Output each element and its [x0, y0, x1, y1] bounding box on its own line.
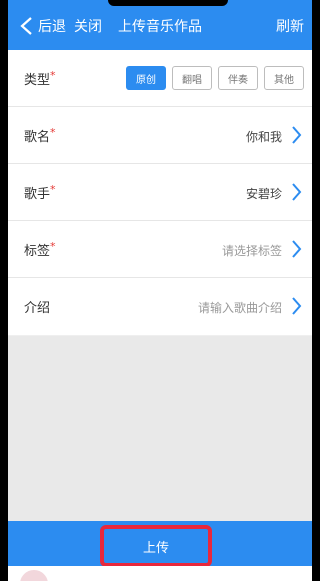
tags-label: 标签*: [24, 240, 56, 259]
song-name-row[interactable]: 歌名* 你和我: [8, 107, 312, 164]
phone-frame: 后退 关闭 上传音乐作品 刷新 类型* 原创 翻唱 伴奏 其他 歌名* 你和我: [0, 0, 320, 581]
required-mark: *: [50, 240, 56, 253]
tags-row[interactable]: 标签* 请选择标签: [8, 221, 312, 278]
intro-row[interactable]: 介绍 请输入歌曲介绍: [8, 278, 312, 335]
singer-value: 安碧珍: [245, 187, 282, 201]
type-option-original[interactable]: 原创: [126, 66, 166, 90]
app-screen: 后退 关闭 上传音乐作品 刷新 类型* 原创 翻唱 伴奏 其他 歌名* 你和我: [8, 0, 312, 581]
required-mark: *: [50, 69, 56, 82]
required-mark: *: [50, 126, 56, 139]
type-option-cover[interactable]: 翻唱: [172, 66, 212, 90]
type-option-accompaniment[interactable]: 伴奏: [218, 66, 258, 90]
back-chevron-icon[interactable]: [18, 16, 36, 36]
top-bar: 后退 关闭 上传音乐作品 刷新: [8, 0, 312, 50]
chevron-right-icon: [292, 297, 302, 315]
required-mark: *: [50, 183, 56, 196]
upload-form: 类型* 原创 翻唱 伴奏 其他 歌名* 你和我 歌手* 安碧珍 标签* 请选择标…: [8, 50, 312, 335]
intro-label: 介绍: [24, 301, 51, 316]
intro-placeholder: 请输入歌曲介绍: [197, 301, 282, 315]
upload-button[interactable]: 上传: [100, 525, 212, 567]
singer-label: 歌手*: [24, 183, 56, 202]
song-name-value: 你和我: [245, 130, 282, 144]
chevron-right-icon: [292, 240, 302, 258]
tags-placeholder: 请选择标签: [221, 244, 282, 258]
close-button[interactable]: 关闭: [74, 16, 102, 36]
type-label: 类型*: [24, 69, 56, 88]
back-button[interactable]: 后退: [38, 16, 66, 36]
refresh-button[interactable]: 刷新: [276, 16, 304, 36]
song-name-label: 歌名*: [24, 126, 56, 145]
phone-notch: [108, 0, 228, 6]
bottom-strip: [8, 566, 312, 581]
page-title: 上传音乐作品: [118, 19, 202, 35]
type-row: 类型* 原创 翻唱 伴奏 其他: [8, 50, 312, 107]
chevron-right-icon: [292, 126, 302, 144]
type-option-other[interactable]: 其他: [264, 66, 304, 90]
type-options: 原创 翻唱 伴奏 其他: [126, 66, 304, 90]
singer-row[interactable]: 歌手* 安碧珍: [8, 164, 312, 221]
chevron-right-icon: [292, 183, 302, 201]
empty-area: [8, 336, 312, 522]
